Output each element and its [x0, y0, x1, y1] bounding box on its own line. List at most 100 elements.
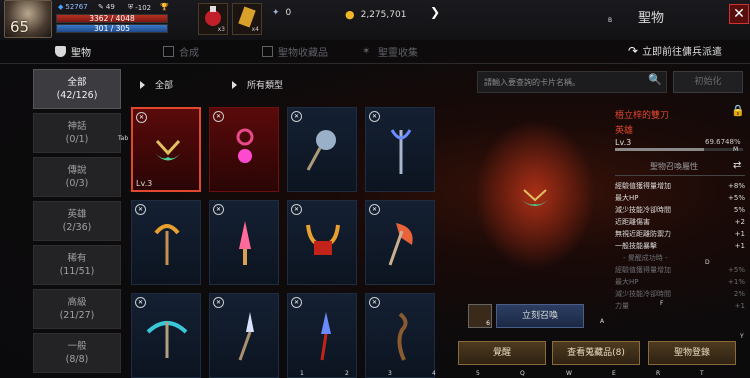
hotkey-r: R — [656, 370, 661, 377]
dagger-icon — [239, 221, 251, 265]
class-icon: ✕ — [291, 111, 302, 122]
relic-exp-fill — [615, 148, 705, 151]
mace-icon — [306, 130, 336, 171]
swap-icon[interactable]: ⇄ — [733, 160, 741, 171]
attr-row: 無視近距離防禦力 +1 — [615, 230, 745, 238]
close-icon: ✕ — [733, 6, 745, 22]
category-normal[interactable]: 一般 (8/8) — [33, 333, 121, 373]
relic-card-blue-spear[interactable]: ✕ — [287, 293, 357, 378]
attr-row: 近距離傷害 +2 — [615, 218, 745, 226]
class-icon: ✕ — [291, 297, 302, 308]
expand-currency-button[interactable]: ❯ — [430, 5, 440, 19]
class-icon: ✕ — [369, 204, 380, 215]
tab-relic[interactable]: 聖物 — [55, 44, 91, 59]
goto-mercenary-button[interactable]: ↷ 立即前往傭兵派遣 — [628, 43, 722, 59]
class-icon: ✕ — [291, 204, 302, 215]
category-rare[interactable]: 稀有 (11/51) — [33, 245, 121, 285]
attr-row: 最大HP +5% — [615, 194, 745, 202]
attr-header: 聖物召喚屬性 — [650, 162, 698, 171]
player-level: 65 — [10, 18, 30, 36]
category-all[interactable]: 全部 (42/126) — [33, 69, 121, 109]
close-button[interactable]: ✕ — [729, 4, 749, 24]
star-tab-icon: ✶ — [362, 46, 371, 57]
potion-slot[interactable]: x3 — [198, 3, 228, 35]
hotkey-y: Y — [740, 333, 744, 340]
class-icon: ✕ — [135, 204, 146, 215]
relic-tab-icon — [55, 46, 66, 57]
class-icon: ✕ — [369, 297, 380, 308]
category-hero[interactable]: 英雄 (2/36) — [33, 201, 121, 241]
relic-preview-image — [475, 120, 595, 270]
sword-icon: ✎ — [98, 3, 104, 11]
relic-card-pink-amulet[interactable]: ✕ — [209, 107, 279, 192]
hotkey-5: 5 — [476, 370, 480, 377]
triangle-right-icon — [232, 80, 237, 89]
attr-row: 一般技能暴擊 +1 — [615, 242, 745, 250]
wing-icon: ◆ — [58, 3, 64, 11]
awaken-attr-row: 最大HP +1% — [615, 278, 745, 286]
grade-filter-dropdown[interactable]: 全部 — [140, 78, 173, 91]
relic-card-crossbow[interactable]: ✕ — [131, 293, 201, 378]
tab-synthesis[interactable]: 合成 — [163, 44, 199, 59]
wooden-staff-icon — [397, 312, 408, 361]
awaken-button[interactable]: 覺醒 — [458, 341, 546, 365]
relic-card-wooden-staff[interactable]: ✕ — [365, 293, 435, 378]
attr-row: 經驗值獲得量增加 +8% — [615, 182, 745, 190]
hotkey-f: F — [660, 300, 664, 307]
summon-now-button[interactable]: 立刻召喚 — [496, 304, 584, 328]
spear-icon — [320, 312, 331, 361]
relic-preview — [460, 100, 610, 300]
relic-card-red-dagger[interactable]: ✕ — [209, 200, 279, 285]
top-status-bar: 65 ◆ 52767 ✎ 49 ⛨ -102 🏆 3362 / 4048 301… — [0, 0, 750, 40]
tab-spirit-collection[interactable]: ✶ 聖靈收集 — [362, 44, 418, 59]
relic-card-trident-staff[interactable]: ✕ — [365, 107, 435, 192]
twin-blades-icon — [155, 139, 181, 161]
tab-relic-collection[interactable]: 聖物收藏品 — [262, 44, 328, 59]
spear-icon — [238, 312, 254, 361]
trophy-icon[interactable]: 🏆 — [160, 3, 169, 11]
hotkey-2: 2 — [345, 370, 349, 377]
search-icon[interactable]: 🔍 — [648, 73, 664, 89]
awaken-label: - 覺醒成功時 - — [623, 254, 668, 262]
hotkey-d: D — [705, 259, 710, 266]
view-collection-button[interactable]: 查看蒐藏品(8) — [552, 341, 640, 365]
relic-exp-bar — [615, 148, 743, 151]
class-icon: ✕ — [136, 112, 147, 123]
relic-card-spiked-mace[interactable]: ✕ — [287, 107, 357, 192]
register-relic-button[interactable]: 聖物登錄 — [648, 341, 736, 365]
relic-grade: 英雄 — [615, 126, 634, 136]
class-icon: ✕ — [213, 111, 224, 122]
divider — [615, 175, 745, 176]
potion-icon — [205, 6, 221, 26]
reset-button[interactable]: 初始化 — [673, 71, 743, 93]
summon-card-slot[interactable]: 6 — [468, 304, 492, 328]
crossbow-icon — [146, 321, 188, 358]
category-mythic[interactable]: 神話 (0/1) — [33, 113, 121, 153]
relic-window: 65 ◆ 52767 ✎ 49 ⛨ -102 🏆 3362 / 4048 301… — [0, 0, 750, 378]
mp-bar: 301 / 305 — [56, 24, 168, 33]
relic-card-golden-scepter[interactable]: ✕ — [131, 200, 201, 285]
lock-icon[interactable]: 🔒 — [731, 104, 745, 117]
type-filter-dropdown[interactable]: 所有類型 — [232, 78, 283, 91]
collection-tab-icon — [262, 46, 273, 57]
hotkey-b: B — [608, 17, 613, 24]
hotkey-q: Q — [520, 370, 525, 377]
relic-card-battle-axe[interactable]: ✕ — [365, 200, 435, 285]
tab-bar: 聖物 合成 聖物收藏品 ✶ 聖靈收集 ↷ 立即前往傭兵派遣 — [0, 40, 750, 64]
gem-currency: ✦ 0 — [272, 8, 292, 18]
window-title: 聖物 — [638, 11, 665, 26]
relic-exp-percent: 69.6748% — [705, 138, 741, 146]
scepter-icon — [154, 224, 180, 265]
search-input[interactable]: 請輸入要查詢的卡片名稱。 — [477, 71, 667, 93]
relic-card-twin-blades[interactable]: ✕ Lv.3 — [131, 107, 201, 192]
stat-b: ✎ 49 — [98, 3, 115, 11]
awaken-attr-row: 力量 +1 — [615, 302, 745, 310]
class-icon: ✕ — [213, 204, 224, 215]
relic-card-horned-helm[interactable]: ✕ — [287, 200, 357, 285]
scroll-slot[interactable]: x4 — [232, 3, 262, 35]
relic-card-silver-spear[interactable]: ✕ — [209, 293, 279, 378]
category-legend[interactable]: 傳說 (0/3) — [33, 157, 121, 197]
class-icon: ✕ — [369, 111, 380, 122]
category-advanced[interactable]: 高級 (21/27) — [33, 289, 121, 329]
class-icon: ✕ — [213, 297, 224, 308]
